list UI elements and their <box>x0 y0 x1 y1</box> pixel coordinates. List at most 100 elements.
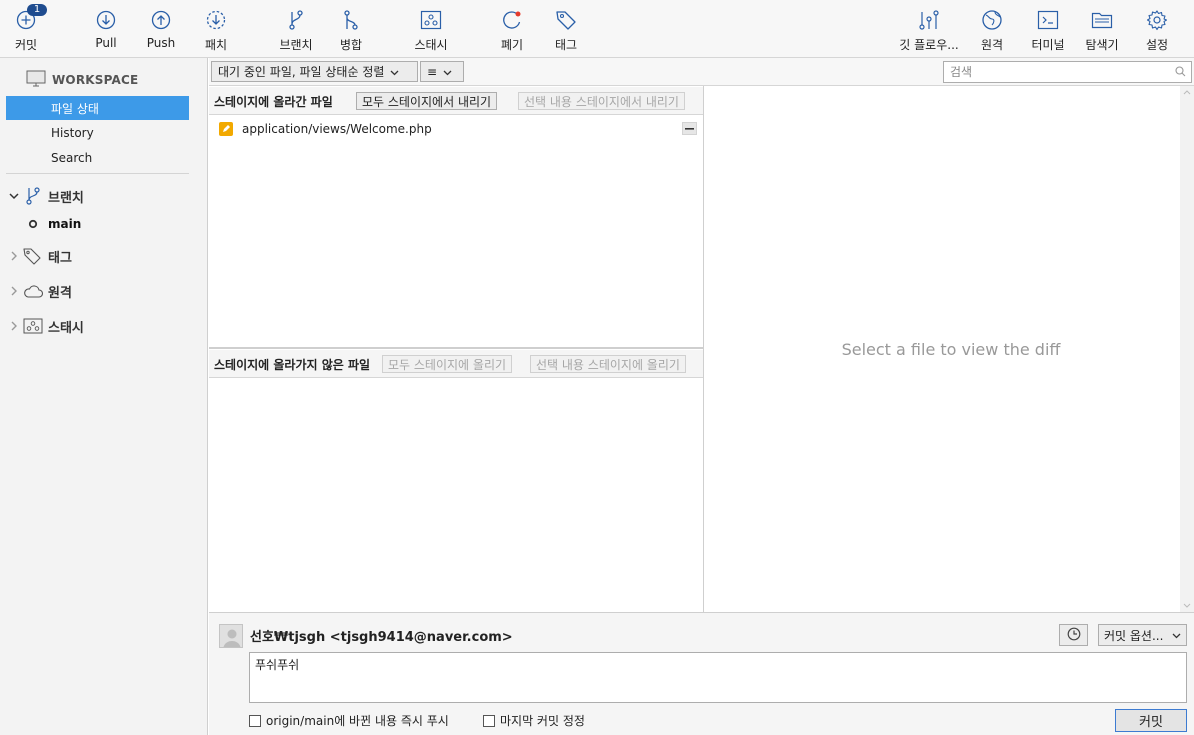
view-mode-dropdown[interactable]: ≡ <box>420 61 464 82</box>
push-label: Push <box>146 36 176 50</box>
chevron-right-icon[interactable] <box>6 251 22 261</box>
folder-icon <box>1089 7 1115 33</box>
merge-button[interactable]: 병합 <box>331 0 371 58</box>
stashes-label: 스태시 <box>48 320 84 336</box>
current-branch-icon <box>22 219 44 229</box>
sidebar-item-label: Search <box>51 151 93 165</box>
file-filter-dropdown[interactable]: 대기 중인 파일, 파일 상태순 정렬 <box>211 61 418 82</box>
branch-icon <box>283 7 309 33</box>
commit-panel: 선호₩tjsgh <tjsgh9414@naver.com> 커밋 옵션... … <box>209 612 1194 735</box>
checkbox-box[interactable] <box>249 714 261 727</box>
unstage-file-button[interactable] <box>682 122 697 135</box>
stage-selected-button[interactable]: 선택 내용 스테이지에 올리기 <box>530 355 686 373</box>
stash-button[interactable]: 스태시 <box>409 0 453 58</box>
sidebar-item-search[interactable]: Search <box>6 146 189 170</box>
clock-icon <box>1067 627 1081 644</box>
settings-label: 설정 <box>1145 38 1169 52</box>
diff-scrollbar[interactable] <box>1180 86 1194 612</box>
file-name: application/views/Welcome.php <box>242 122 432 136</box>
branch-label: 브랜치 <box>279 38 313 52</box>
push-immediately-checkbox[interactable]: origin/main에 바뀐 내용 즉시 푸시 <box>249 712 449 729</box>
settings-button[interactable]: 설정 <box>1137 0 1177 58</box>
explorer-button[interactable]: 탐색기 <box>1080 0 1124 58</box>
fetch-icon <box>203 7 229 33</box>
tag-button[interactable]: 태그 <box>546 0 586 58</box>
unstage-all-button[interactable]: 모두 스테이지에서 내리기 <box>356 92 498 110</box>
push-button[interactable]: Push <box>141 0 181 58</box>
discard-button[interactable]: 폐기 <box>492 0 532 58</box>
git-flow-button[interactable]: 깃 플로우... <box>896 0 962 58</box>
commit-options-label: 커밋 옵션... <box>1104 628 1164 643</box>
amend-commit-checkbox[interactable]: 마지막 커밋 정정 <box>483 712 585 729</box>
chevron-right-icon[interactable] <box>6 286 22 296</box>
avatar <box>219 624 243 648</box>
monitor-icon <box>26 70 46 90</box>
terminal-icon <box>1035 7 1061 33</box>
sidebar-item-file-status[interactable]: 파일 상태 <box>6 96 189 120</box>
chevron-down-icon <box>443 65 452 79</box>
workspace-header: WORKSPACE <box>26 70 138 90</box>
terminal-button[interactable]: 터미널 <box>1026 0 1070 58</box>
discard-icon <box>499 7 525 33</box>
commit-toolbar-label: 커밋 <box>14 38 38 52</box>
tags-label: 태그 <box>48 250 72 266</box>
staged-files-title: 스테이지에 올라간 파일 <box>214 95 333 109</box>
commit-toolbar-button[interactable]: 1 커밋 <box>8 0 47 58</box>
cloud-icon <box>22 284 44 298</box>
fetch-label: 패치 <box>204 38 228 52</box>
stage-all-button[interactable]: 모두 스테이지에 올리기 <box>382 355 513 373</box>
staged-file-row[interactable]: application/views/Welcome.php <box>209 117 703 141</box>
merge-label: 병합 <box>339 38 363 52</box>
branches-label: 브랜치 <box>48 190 84 206</box>
sourcetree-window: 1 커밋 Pull Push 패치 브랜치 병합 스태시 폐기 태그 깃 플로우… <box>0 0 1194 735</box>
panel-splitter[interactable] <box>209 347 703 349</box>
sidebar-item-branch-main[interactable]: main <box>6 212 196 236</box>
merge-icon <box>338 7 364 33</box>
chevron-right-icon[interactable] <box>6 321 22 331</box>
terminal-label: 터미널 <box>1031 38 1065 52</box>
file-filter-bar: 대기 중인 파일, 파일 상태순 정렬 ≡ <box>209 58 1194 86</box>
sidebar-group-stashes[interactable]: 스태시 <box>6 314 196 338</box>
stash-label: 스태시 <box>414 38 448 52</box>
tag-icon <box>22 247 44 265</box>
scroll-down-icon[interactable] <box>1183 603 1191 608</box>
search-input[interactable] <box>943 61 1192 83</box>
unstaged-files-header: 스테이지에 올라가지 않은 파일 모두 스테이지에 올리기 선택 내용 스테이지… <box>209 350 703 378</box>
list-icon: ≡ <box>427 64 438 79</box>
arrow-up-circle-icon <box>148 7 174 33</box>
sidebar-divider <box>6 173 189 174</box>
gear-icon <box>1144 7 1170 33</box>
arrow-down-circle-icon <box>93 7 119 33</box>
sidebar-group-tags[interactable]: 태그 <box>6 244 196 268</box>
commit-history-button[interactable] <box>1059 624 1088 646</box>
stash-icon <box>418 7 444 33</box>
diff-pane: Select a file to view the diff <box>704 86 1194 612</box>
pending-commit-badge: 1 <box>27 4 47 16</box>
commit-options-dropdown[interactable]: 커밋 옵션... <box>1098 624 1187 646</box>
branch-icon <box>22 186 44 206</box>
chevron-down-icon[interactable] <box>6 192 22 200</box>
modified-file-icon <box>219 122 233 136</box>
chevron-down-icon <box>1172 628 1181 642</box>
explorer-label: 탐색기 <box>1085 38 1119 52</box>
remotes-label: 원격 <box>48 285 72 301</box>
scroll-up-icon[interactable] <box>1183 90 1191 95</box>
diff-placeholder: Select a file to view the diff <box>841 340 1061 359</box>
pull-button[interactable]: Pull <box>86 0 126 58</box>
sidebar-item-history[interactable]: History <box>6 121 189 145</box>
commit-button[interactable]: 커밋 <box>1115 709 1187 732</box>
workspace-title: WORKSPACE <box>52 73 139 87</box>
fetch-button[interactable]: 패치 <box>196 0 236 58</box>
git-flow-icon <box>916 7 942 33</box>
unstage-selected-button[interactable]: 선택 내용 스테이지에서 내리기 <box>518 92 685 110</box>
commit-message-input[interactable]: 푸쉬푸쉬 <box>249 652 1187 703</box>
sidebar-group-remotes[interactable]: 원격 <box>6 279 196 303</box>
branch-button[interactable]: 브랜치 <box>274 0 318 58</box>
commit-author: 선호₩tjsgh <tjsgh9414@naver.com> <box>250 630 513 645</box>
checkbox-box[interactable] <box>483 714 495 727</box>
git-flow-label: 깃 플로우... <box>899 38 959 52</box>
tag-label: 태그 <box>554 38 578 52</box>
sidebar-group-branches[interactable]: 브랜치 <box>6 184 196 208</box>
remote-button[interactable]: 원격 <box>972 0 1012 58</box>
search-icon <box>1175 66 1186 80</box>
